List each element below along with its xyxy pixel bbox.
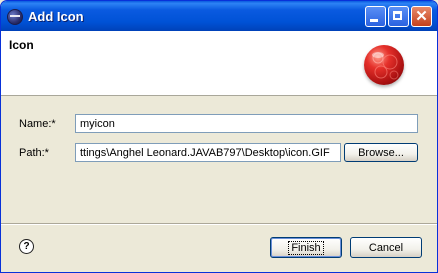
title-bar[interactable]: Add Icon ✕: [1, 1, 437, 31]
minimize-button[interactable]: [365, 6, 386, 27]
window-title: Add Icon: [28, 9, 84, 24]
cancel-button[interactable]: Cancel: [350, 237, 422, 258]
path-field[interactable]: [75, 143, 341, 162]
maximize-button[interactable]: [388, 6, 409, 27]
red-ball-icon: [364, 45, 404, 85]
finish-button[interactable]: Finish: [270, 237, 342, 258]
minimize-icon: [370, 19, 378, 22]
close-button[interactable]: ✕: [411, 6, 432, 27]
cancel-button-label: Cancel: [368, 241, 404, 254]
name-field[interactable]: [75, 114, 418, 133]
name-label: Name:*: [19, 118, 56, 130]
finish-button-label: Finish: [288, 240, 324, 255]
eclipse-app-icon: [7, 9, 23, 25]
maximize-icon: [393, 11, 402, 20]
help-icon[interactable]: ?: [19, 239, 34, 254]
footer-divider: [1, 223, 437, 225]
path-label: Path:*: [19, 147, 49, 159]
browse-button-label: Browse...: [358, 146, 404, 159]
header-title: Icon: [9, 38, 34, 52]
dialog-header: Icon: [1, 31, 437, 96]
browse-button[interactable]: Browse...: [344, 143, 418, 162]
add-icon-dialog: Add Icon ✕ Icon Name:* Path:* Browse... …: [0, 0, 438, 273]
close-icon: ✕: [415, 8, 428, 25]
